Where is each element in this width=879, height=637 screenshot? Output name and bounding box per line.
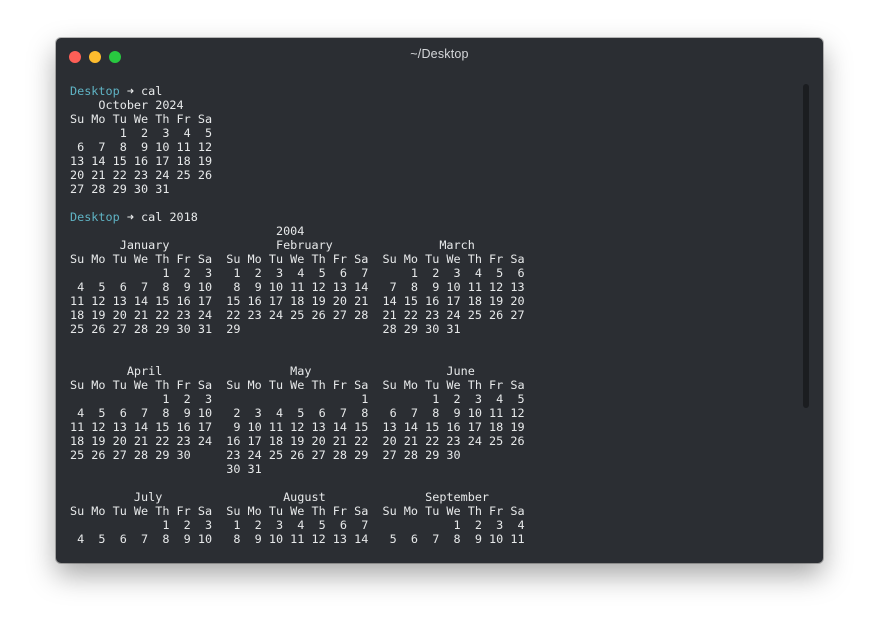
output-line: 1 2 3 1 2 3 4 5 6 7 1 2 3 4 5 6 bbox=[70, 266, 525, 280]
window-title: ~/Desktop bbox=[410, 47, 469, 61]
output-line: 4 5 6 7 8 9 10 8 9 10 11 12 13 14 7 8 9 … bbox=[70, 280, 525, 294]
output-line: July August September bbox=[70, 490, 490, 504]
output-line: April May June bbox=[70, 364, 475, 378]
prompt-arrow-icon: ➜ bbox=[126, 210, 134, 224]
output-line: 11 12 13 14 15 16 17 15 16 17 18 19 20 2… bbox=[70, 294, 525, 308]
prompt-directory: Desktop bbox=[70, 84, 120, 98]
output-line: 25 26 27 28 29 30 31 29 28 29 30 31 bbox=[70, 322, 461, 336]
output-line: 4 5 6 7 8 9 10 2 3 4 5 6 7 8 6 7 8 9 10 … bbox=[70, 406, 525, 420]
command-text: cal 2018 bbox=[133, 210, 198, 224]
prompt-directory: Desktop bbox=[70, 210, 120, 224]
terminal-output[interactable]: Desktop ➜ cal October 2024 Su Mo Tu We Th… bbox=[70, 84, 800, 554]
output-line: 27 28 29 30 31 bbox=[70, 182, 170, 196]
cal-month-output: October 2024 Su Mo Tu We Th Fr Sa 1 2 3 4… bbox=[70, 98, 800, 196]
output-line: Su Mo Tu We Th Fr Sa Su Mo Tu We Th Fr S… bbox=[70, 378, 525, 392]
output-line: 1 2 3 1 1 2 3 4 5 bbox=[70, 392, 525, 406]
output-line: 11 12 13 14 15 16 17 9 10 11 12 13 14 15… bbox=[70, 420, 525, 434]
output-line: 1 2 3 1 2 3 4 5 6 7 1 2 3 4 bbox=[70, 518, 525, 532]
command-text: cal bbox=[133, 84, 163, 98]
output-line: 25 26 27 28 29 30 23 24 25 26 27 28 29 2… bbox=[70, 448, 461, 462]
prompt-arrow-icon: ➜ bbox=[126, 84, 134, 98]
output-line: 13 14 15 16 17 18 19 bbox=[70, 154, 213, 168]
output-line: 30 31 bbox=[70, 462, 262, 476]
terminal-window: ~/Desktop Desktop ➜ cal October 2024 Su M… bbox=[56, 38, 823, 563]
output-line: 18 19 20 21 22 23 24 16 17 18 19 20 21 2… bbox=[70, 434, 525, 448]
prompt-line: Desktop ➜ cal bbox=[70, 84, 800, 98]
output-line: 4 5 6 7 8 9 10 8 9 10 11 12 13 14 5 6 7 … bbox=[70, 532, 525, 546]
output-line: Su Mo Tu We Th Fr Sa Su Mo Tu We Th Fr S… bbox=[70, 252, 525, 266]
prompt-line: Desktop ➜ cal 2018 bbox=[70, 210, 800, 224]
output-line: 18 19 20 21 22 23 24 22 23 24 25 26 27 2… bbox=[70, 308, 525, 322]
cal-year-output: 2004 January February March Su Mo Tu We T… bbox=[70, 224, 800, 546]
title-bar[interactable]: ~/Desktop bbox=[56, 38, 823, 72]
output-line: Su Mo Tu We Th Fr Sa bbox=[70, 112, 213, 126]
scrollbar[interactable] bbox=[803, 84, 809, 408]
output-line: October 2024 bbox=[70, 98, 184, 112]
output-line: Su Mo Tu We Th Fr Sa Su Mo Tu We Th Fr S… bbox=[70, 504, 525, 518]
output-line: 20 21 22 23 24 25 26 bbox=[70, 168, 213, 182]
output-line: 2004 bbox=[70, 224, 305, 238]
output-line: 6 7 8 9 10 11 12 bbox=[70, 140, 213, 154]
output-line: January February March bbox=[70, 238, 475, 252]
output-line: 1 2 3 4 5 bbox=[70, 126, 213, 140]
